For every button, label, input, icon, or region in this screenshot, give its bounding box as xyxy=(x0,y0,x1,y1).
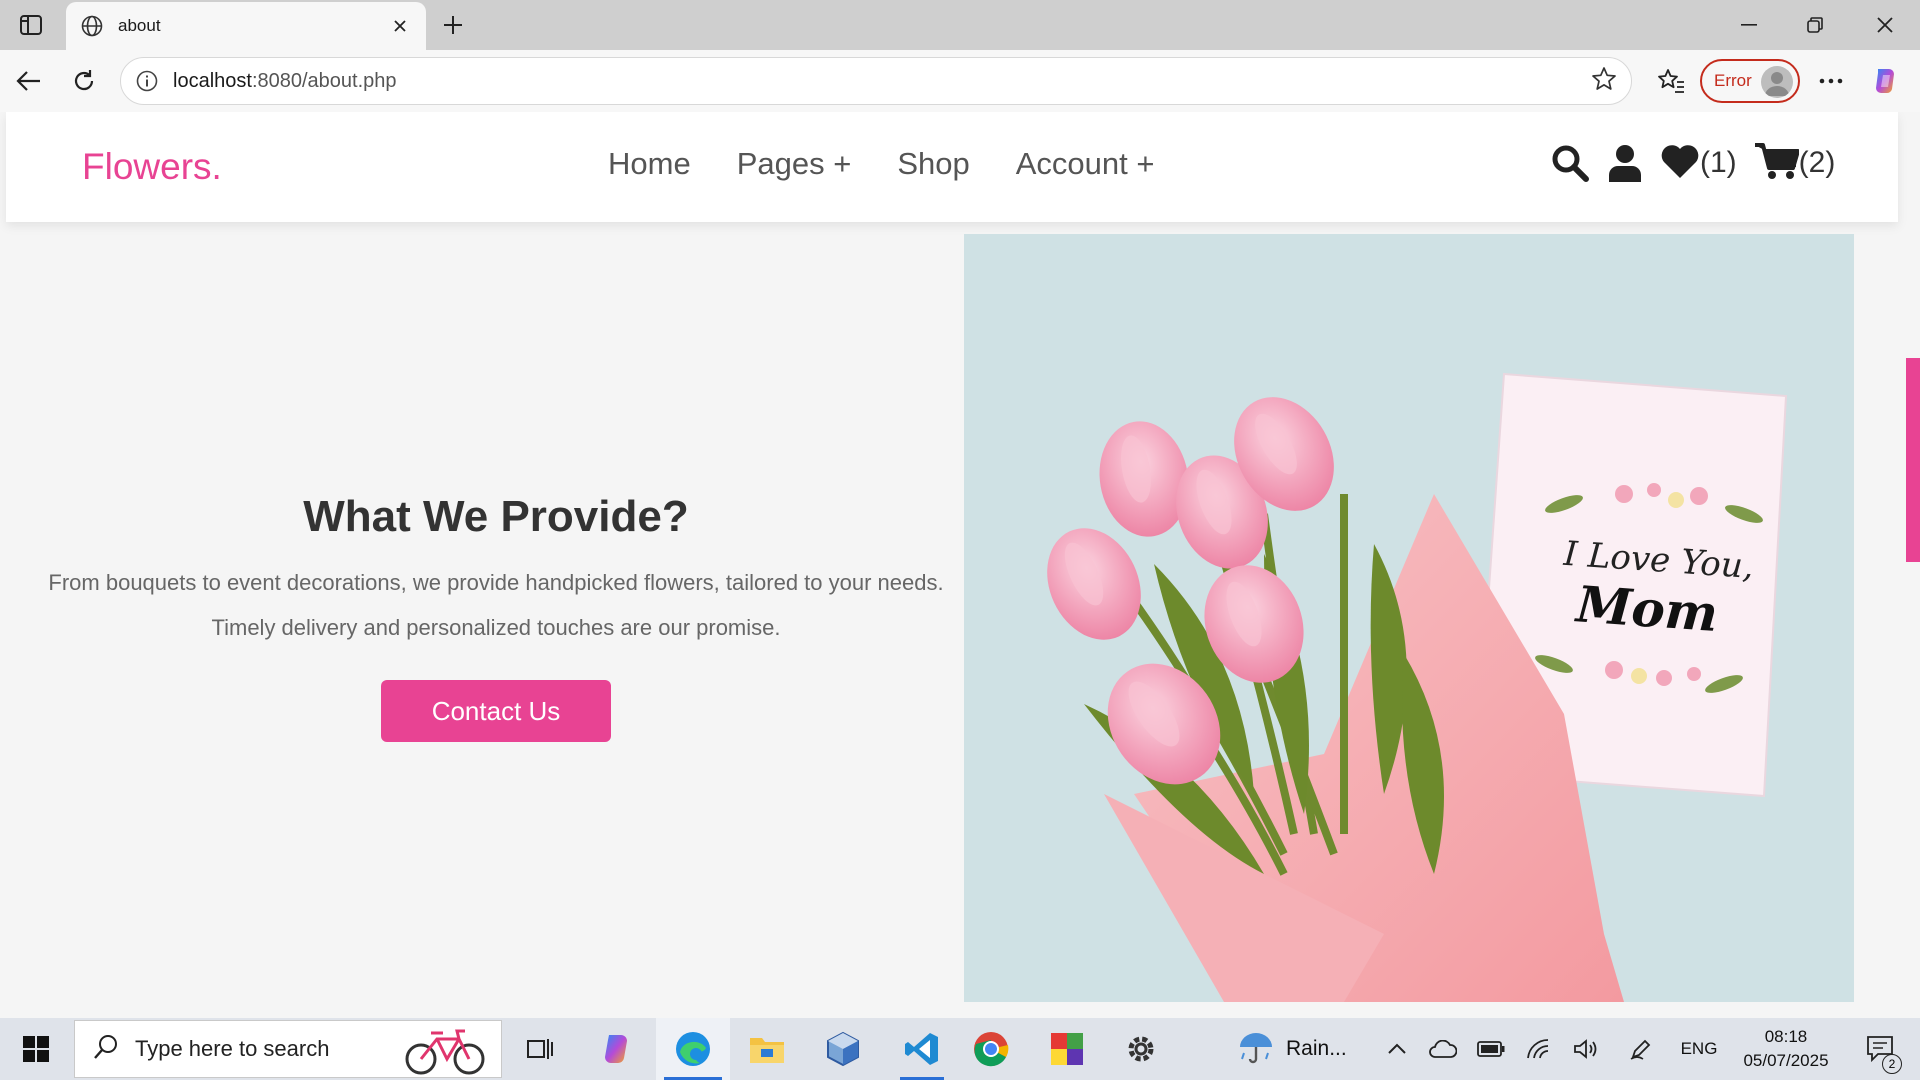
windows-start-icon[interactable] xyxy=(14,1018,58,1080)
browser-tab-strip: about xyxy=(0,0,1920,50)
search-icon[interactable] xyxy=(1550,143,1590,183)
clock[interactable]: 08:18 05/07/2025 xyxy=(1734,1018,1838,1080)
wishlist-button[interactable]: (1) xyxy=(1660,143,1737,183)
show-hidden-icons-chevron-icon[interactable] xyxy=(1382,1018,1412,1080)
back-icon[interactable] xyxy=(12,64,46,98)
url-text[interactable]: localhost:8080/about.php xyxy=(173,70,1591,93)
profile-avatar xyxy=(1761,66,1793,98)
heart-icon xyxy=(1660,143,1700,183)
clock-time: 08:18 xyxy=(1764,1027,1808,1046)
refresh-icon[interactable] xyxy=(67,64,101,98)
new-tab-icon[interactable] xyxy=(438,10,468,40)
close-tab-icon[interactable] xyxy=(388,14,412,38)
clock-date: 05/07/2025 xyxy=(1743,1051,1829,1070)
card-line-2: Mom xyxy=(1572,574,1719,643)
language-indicator[interactable]: ENG xyxy=(1674,1018,1724,1080)
site-info-icon[interactable] xyxy=(135,69,159,93)
windows-taskbar: Type here to search Rain... ENG 08:18 05… xyxy=(0,1018,1920,1080)
search-placeholder: Type here to search xyxy=(135,1036,330,1061)
nav-home[interactable]: Home xyxy=(608,146,691,182)
about-title: What We Provide? xyxy=(303,492,689,541)
copilot-icon[interactable] xyxy=(1868,64,1902,98)
bicycle-icon xyxy=(403,1025,487,1079)
copilot-app-icon[interactable] xyxy=(592,1018,642,1080)
close-window-icon[interactable] xyxy=(1860,8,1910,42)
vscode-icon[interactable] xyxy=(892,1018,952,1080)
nav-pages[interactable]: Pages + xyxy=(737,146,852,182)
url-host: localhost xyxy=(173,69,252,92)
about-content: What We Provide? From bouquets to event … xyxy=(40,492,952,742)
browser-toolbar: localhost:8080/about.php Error xyxy=(0,50,1920,112)
language-text: ENG xyxy=(1680,1039,1718,1058)
colorful-app-icon[interactable] xyxy=(1042,1018,1092,1080)
file-explorer-icon[interactable] xyxy=(742,1018,792,1080)
main-nav: Home Pages + Shop Account + xyxy=(608,146,1154,182)
tab-title: about xyxy=(118,16,161,35)
rain-umbrella-icon xyxy=(1236,1029,1276,1069)
contact-us-button[interactable]: Contact Us xyxy=(381,680,611,742)
more-menu-icon[interactable] xyxy=(1814,64,1848,98)
pen-ink-icon[interactable] xyxy=(1626,1018,1656,1080)
favorite-star-icon[interactable] xyxy=(1591,66,1617,96)
header-icons: (1) (2) xyxy=(1550,142,1853,184)
wishlist-count: (1) xyxy=(1700,146,1737,179)
url-path: :8080/about.php xyxy=(251,69,397,92)
onedrive-cloud-icon[interactable] xyxy=(1428,1018,1458,1080)
page-viewport: Flowers. Home Pages + Shop Account + (1) xyxy=(0,112,1920,1018)
globe-icon xyxy=(80,14,104,38)
volume-icon[interactable] xyxy=(1572,1018,1602,1080)
edge-app-icon[interactable] xyxy=(656,1018,730,1080)
battery-icon[interactable] xyxy=(1476,1018,1506,1080)
virtualbox-icon[interactable] xyxy=(818,1018,868,1080)
weather-text: Rain... xyxy=(1286,1037,1347,1060)
minimize-icon[interactable] xyxy=(1724,8,1774,42)
site-header: Flowers. Home Pages + Shop Account + (1) xyxy=(6,112,1898,222)
site-logo[interactable]: Flowers. xyxy=(82,146,222,188)
settings-gear-icon[interactable] xyxy=(1116,1018,1166,1080)
favorites-icon[interactable] xyxy=(1654,64,1688,98)
error-label: Error xyxy=(1714,71,1752,90)
chrome-icon[interactable] xyxy=(966,1018,1016,1080)
search-icon xyxy=(93,1034,119,1064)
tab-actions-icon[interactable] xyxy=(14,11,48,39)
about-description: From bouquets to event decorations, we p… xyxy=(48,570,944,640)
notification-count-badge: 2 xyxy=(1882,1054,1902,1074)
wifi-icon[interactable] xyxy=(1524,1018,1554,1080)
weather-widget[interactable]: Rain... xyxy=(1236,1018,1366,1080)
cart-button[interactable]: (2) xyxy=(1754,142,1836,184)
tulip-bouquet-image: I Love You, Mom xyxy=(964,234,1854,1002)
address-bar[interactable]: localhost:8080/about.php xyxy=(120,57,1632,105)
cart-icon xyxy=(1754,142,1800,184)
nav-account[interactable]: Account + xyxy=(1016,146,1155,182)
nav-shop[interactable]: Shop xyxy=(897,146,969,182)
task-view-icon[interactable] xyxy=(518,1018,562,1080)
browser-tab-about[interactable]: about xyxy=(66,2,426,50)
restore-icon[interactable] xyxy=(1790,8,1840,42)
taskbar-search-input[interactable]: Type here to search xyxy=(74,1020,502,1078)
cart-count: (2) xyxy=(1798,146,1836,179)
user-icon[interactable] xyxy=(1608,144,1642,182)
notification-center-icon[interactable]: 2 xyxy=(1856,1018,1906,1080)
profile-error-button[interactable]: Error xyxy=(1700,59,1800,103)
scrollbar-thumb[interactable] xyxy=(1906,358,1920,562)
